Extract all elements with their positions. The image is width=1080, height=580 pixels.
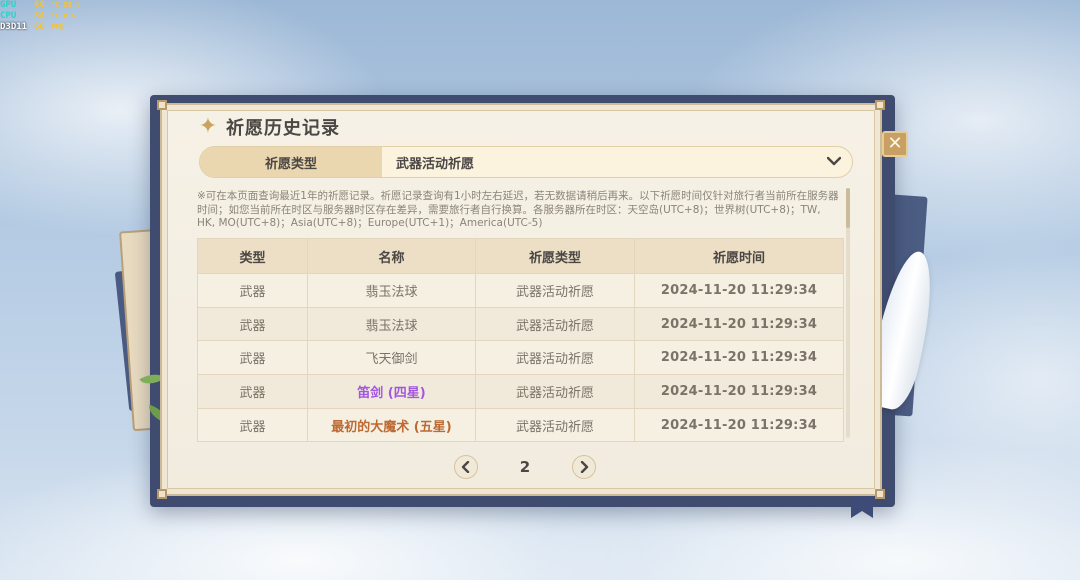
overlay-row-gpu: GPU 60 °C 58 % xyxy=(0,0,80,11)
cell-type: 武器 xyxy=(197,340,308,376)
table-row: 武器 笛剑 (四星) 武器活动祈愿 2024-11-20 11:29:34 xyxy=(197,374,844,409)
column-header-type: 类型 xyxy=(197,238,308,274)
overlay-unit: °C 58 % xyxy=(50,1,81,9)
close-button[interactable]: ✕ xyxy=(882,131,908,157)
overlay-unit: FPS xyxy=(50,23,64,31)
cell-type: 武器 xyxy=(197,407,308,443)
cell-time: 2024-11-20 11:29:34 xyxy=(634,340,844,376)
scrollbar[interactable] xyxy=(846,188,850,438)
chevron-right-icon xyxy=(580,461,589,473)
corner-ornament xyxy=(157,489,167,499)
column-header-time: 祈愿时间 xyxy=(634,238,844,274)
overlay-value: 60 xyxy=(34,0,45,10)
performance-overlay: GPU 60 °C 58 % CPU 84 °C 8 % D3D11 60 FP… xyxy=(0,0,80,33)
overlay-row-fps: D3D11 60 FPS xyxy=(0,22,80,33)
dialog-title: 祈愿历史记录 xyxy=(226,118,340,139)
overlay-value: 84 xyxy=(34,11,45,21)
cell-wish-type: 武器活动祈愿 xyxy=(475,340,635,376)
column-header-name: 名称 xyxy=(307,238,476,274)
cell-wish-type: 武器活动祈愿 xyxy=(475,306,635,342)
overlay-value: 60 xyxy=(34,22,45,32)
wish-history-table: 类型 名称 祈愿类型 祈愿时间 武器 翡玉法球 武器活动祈愿 2024-11-2… xyxy=(197,238,844,443)
cell-name: 笛剑 (四星) xyxy=(307,374,476,409)
corner-ornament xyxy=(875,489,885,499)
corner-ornament xyxy=(157,100,167,110)
current-page-number: 2 xyxy=(519,458,531,476)
cell-name: 最初的大魔术 (五星) xyxy=(307,407,476,443)
next-page-button[interactable] xyxy=(572,455,596,479)
cell-name: 翡玉法球 xyxy=(307,273,476,308)
close-icon: ✕ xyxy=(887,133,903,154)
table-row: 武器 翡玉法球 武器活动祈愿 2024-11-20 11:29:34 xyxy=(197,273,844,308)
cell-time: 2024-11-20 11:29:34 xyxy=(634,374,844,409)
column-header-wish-type: 祈愿类型 xyxy=(475,238,635,274)
cell-type: 武器 xyxy=(197,273,308,308)
overlay-key: D3D11 xyxy=(0,22,28,32)
pagination: 2 xyxy=(454,454,596,480)
cell-time: 2024-11-20 11:29:34 xyxy=(634,273,844,308)
cell-type: 武器 xyxy=(197,374,308,409)
overlay-key: CPU xyxy=(0,11,17,21)
prev-page-button[interactable] xyxy=(454,455,478,479)
overlay-key: GPU xyxy=(0,0,17,10)
wish-type-label: 祈愿类型 xyxy=(200,147,382,177)
table-header-row: 类型 名称 祈愿类型 祈愿时间 xyxy=(197,238,844,274)
chevron-down-icon[interactable] xyxy=(816,154,852,170)
cell-time: 2024-11-20 11:29:34 xyxy=(634,407,844,443)
cell-wish-type: 武器活动祈愿 xyxy=(475,407,635,443)
table-row: 武器 飞天御剑 武器活动祈愿 2024-11-20 11:29:34 xyxy=(197,340,844,376)
table-row: 武器 最初的大魔术 (五星) 武器活动祈愿 2024-11-20 11:29:3… xyxy=(197,407,844,443)
chevron-left-icon xyxy=(461,461,470,473)
cell-time: 2024-11-20 11:29:34 xyxy=(634,306,844,342)
cell-wish-type: 武器活动祈愿 xyxy=(475,374,635,409)
timezone-notice: ※可在本页面查询最近1年的祈愿记录。祈愿记录查询有1小时左右延迟，若无数据请稍后… xyxy=(197,190,839,229)
cell-name: 翡玉法球 xyxy=(307,306,476,342)
cell-type: 武器 xyxy=(197,306,308,342)
overlay-row-cpu: CPU 84 °C 8 % xyxy=(0,11,80,22)
overlay-unit: °C 8 % xyxy=(50,12,77,20)
wish-type-value: 武器活动祈愿 xyxy=(396,156,475,172)
dialog-header: ✦ 祈愿历史记录 xyxy=(196,114,340,140)
wish-type-dropdown[interactable]: 祈愿类型 武器活动祈愿 xyxy=(199,146,853,178)
scrollbar-thumb[interactable] xyxy=(846,188,850,228)
sparkle-icon: ✦ xyxy=(198,114,218,139)
cell-wish-type: 武器活动祈愿 xyxy=(475,273,635,308)
corner-ornament xyxy=(875,100,885,110)
table-row: 武器 翡玉法球 武器活动祈愿 2024-11-20 11:29:34 xyxy=(197,306,844,342)
cell-name: 飞天御剑 xyxy=(307,340,476,376)
